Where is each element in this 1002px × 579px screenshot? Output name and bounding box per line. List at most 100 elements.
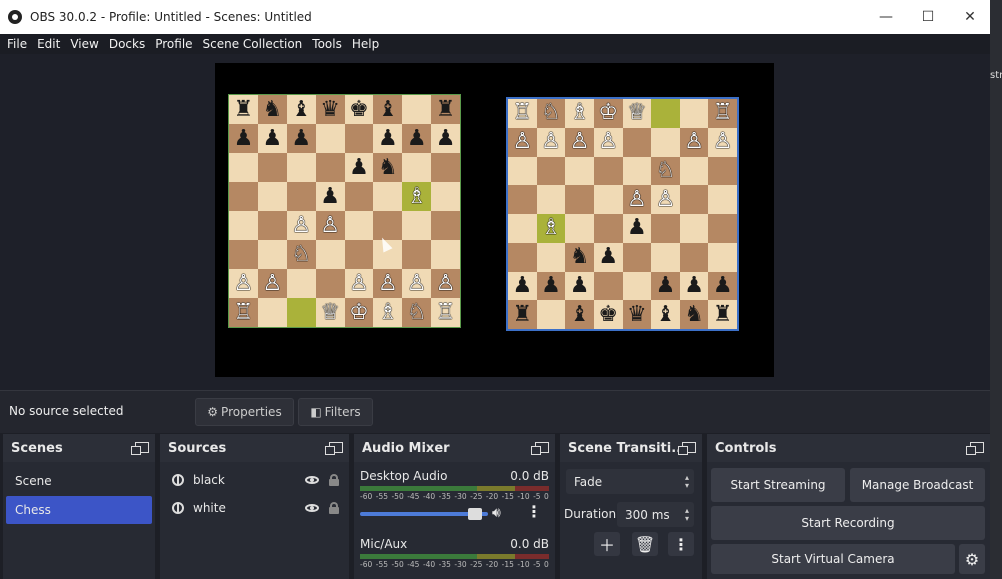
menu-tools[interactable]: Tools (312, 37, 342, 51)
chess-square[interactable]: ♛ (622, 300, 652, 329)
chess-piece[interactable]: ♙ (598, 131, 618, 153)
close-button[interactable]: ✕ (949, 0, 991, 34)
chess-square[interactable] (708, 214, 737, 243)
chess-square[interactable]: ♘ (286, 240, 316, 269)
chess-square[interactable] (315, 269, 345, 298)
chess-piece[interactable]: ♟ (598, 246, 618, 268)
chess-square[interactable] (536, 156, 566, 186)
menu-edit[interactable]: Edit (37, 37, 60, 51)
chess-piece[interactable]: ♚ (349, 98, 369, 121)
chessboard-black-source[interactable]: ♜ ♞ ♝ ♛ ♚ ♝ ♜ ♟ ♟ ♟ ♟ ♟ ♟ ♟ ♞ ♟ ♗ ♙ ♙ ♘ ♙ ♙ ♙ ♙ ♙ ♙ ♖ ♕ ♔ ♗ ♘ ♖ (228, 94, 461, 328)
menu-view[interactable]: View (70, 37, 98, 51)
chess-piece[interactable]: ♘ (407, 301, 427, 324)
start-recording-button[interactable]: Start Recording (711, 506, 985, 540)
popout-icon[interactable] (325, 442, 343, 455)
chess-piece[interactable]: ♙ (291, 214, 311, 237)
chess-square[interactable]: ♙ (229, 269, 258, 298)
chess-square[interactable] (651, 99, 680, 128)
preview-area[interactable]: ♜ ♞ ♝ ♛ ♚ ♝ ♜ ♟ ♟ ♟ ♟ ♟ ♟ ♟ ♞ ♟ ♗ ♙ ♙ ♘ ♙ ♙ ♙ ♙ ♙ ♙ ♖ ♕ ♔ ♗ ♘ ♖ ♖ ♘ ♗ ♔ ♕ ♖ ♙… (0, 54, 990, 390)
chess-square[interactable]: ♜ (508, 300, 537, 329)
chess-piece[interactable]: ♙ (407, 272, 427, 295)
chess-square[interactable]: ♟ (229, 124, 258, 153)
chess-piece[interactable]: ♘ (541, 102, 561, 124)
chess-square[interactable] (373, 211, 403, 240)
visibility-eye-icon[interactable] (305, 476, 319, 484)
chess-square[interactable]: ♙ (565, 127, 594, 157)
chess-square[interactable] (286, 153, 316, 182)
transition-menu-button[interactable]: ⋮ (668, 532, 694, 556)
lock-icon[interactable] (329, 474, 339, 486)
chess-square[interactable] (257, 153, 287, 182)
chess-piece[interactable]: ♖ (512, 102, 532, 124)
transition-type-select[interactable]: Fade ▴ ▾ (566, 469, 694, 494)
chess-square[interactable] (257, 240, 287, 269)
chess-square[interactable]: ♙ (286, 211, 316, 240)
chess-square[interactable]: ♙ (536, 127, 566, 157)
chess-piece[interactable]: ♜ (512, 303, 532, 326)
chess-piece[interactable]: ♟ (627, 217, 647, 239)
menu-file[interactable]: File (7, 37, 27, 51)
chess-piece[interactable]: ♕ (320, 301, 340, 324)
chess-piece[interactable]: ♖ (436, 301, 456, 324)
chess-square[interactable] (257, 182, 287, 211)
chess-square[interactable]: ♕ (622, 99, 652, 128)
chess-piece[interactable]: ♙ (436, 272, 456, 295)
chess-square[interactable] (679, 242, 709, 272)
chess-square[interactable] (508, 156, 537, 186)
chess-piece[interactable]: ♚ (598, 303, 618, 326)
add-transition-button[interactable]: ＋ (594, 532, 620, 556)
chess-square[interactable]: ♗ (536, 214, 566, 243)
chess-square[interactable] (402, 95, 432, 124)
start-streaming-button[interactable]: Start Streaming (711, 468, 845, 502)
chess-square[interactable] (229, 182, 258, 211)
popout-icon[interactable] (531, 442, 549, 455)
chess-square[interactable]: ♝ (565, 300, 594, 329)
chess-square[interactable] (402, 211, 432, 240)
chess-square[interactable]: ♙ (679, 127, 709, 157)
chess-square[interactable]: ♟ (708, 271, 737, 301)
chess-square[interactable]: ♟ (565, 271, 594, 301)
chess-square[interactable]: ♞ (679, 300, 709, 329)
chess-square[interactable] (315, 124, 345, 153)
chess-square[interactable] (593, 156, 623, 186)
chess-square[interactable]: ♔ (344, 298, 374, 327)
chess-square[interactable]: ♟ (593, 242, 623, 272)
speaker-icon[interactable]: 🔊︎ (492, 505, 501, 521)
source-item-black[interactable]: black (160, 466, 349, 494)
properties-button[interactable]: ⚙ Properties (195, 398, 294, 426)
chess-piece[interactable]: ♗ (570, 102, 590, 124)
chess-square[interactable]: ♟ (286, 124, 316, 153)
chess-piece[interactable]: ♙ (262, 272, 282, 295)
chess-square[interactable] (431, 182, 460, 211)
chess-square[interactable] (651, 214, 680, 243)
chess-square[interactable] (565, 156, 594, 186)
chess-square[interactable] (565, 214, 594, 243)
chess-square[interactable]: ♚ (344, 95, 374, 124)
remove-transition-button[interactable]: 🗑︎ (632, 532, 658, 556)
chessboard-white-source[interactable]: ♖ ♘ ♗ ♔ ♕ ♖ ♙ ♙ ♙ ♙ ♙ ♙ ♘ ♙ ♙ ♗ ♟ ♞ ♟ ♟ ♟ ♟ ♟ ♟ ♟ ♜ ♝ ♚ ♛ ♝ ♞ ♜ (506, 97, 739, 331)
chess-piece[interactable]: ♙ (570, 131, 590, 153)
chess-piece[interactable]: ♟ (234, 127, 254, 150)
chess-square[interactable]: ♜ (431, 95, 460, 124)
chess-square[interactable] (286, 298, 316, 327)
chess-square[interactable]: ♝ (373, 95, 403, 124)
chess-square[interactable] (344, 182, 374, 211)
chess-square[interactable]: ♟ (536, 271, 566, 301)
chess-piece[interactable]: ♝ (570, 303, 590, 326)
chess-square[interactable] (565, 185, 594, 214)
chess-square[interactable]: ♜ (229, 95, 258, 124)
chess-piece[interactable]: ♛ (627, 303, 647, 326)
chess-square[interactable] (622, 242, 652, 272)
chess-square[interactable]: ♞ (565, 242, 594, 272)
chess-piece[interactable]: ♟ (570, 274, 590, 297)
chess-square[interactable]: ♙ (708, 127, 737, 157)
chess-piece[interactable]: ♟ (684, 274, 704, 297)
chess-square[interactable] (622, 127, 652, 157)
chess-square[interactable] (373, 182, 403, 211)
scene-item-scene[interactable]: Scene (6, 467, 152, 495)
chess-square[interactable] (286, 182, 316, 211)
chess-piece[interactable]: ♟ (713, 274, 733, 297)
chess-square[interactable] (622, 156, 652, 186)
chess-square[interactable]: ♞ (373, 153, 403, 182)
chess-piece[interactable]: ♖ (234, 301, 254, 324)
